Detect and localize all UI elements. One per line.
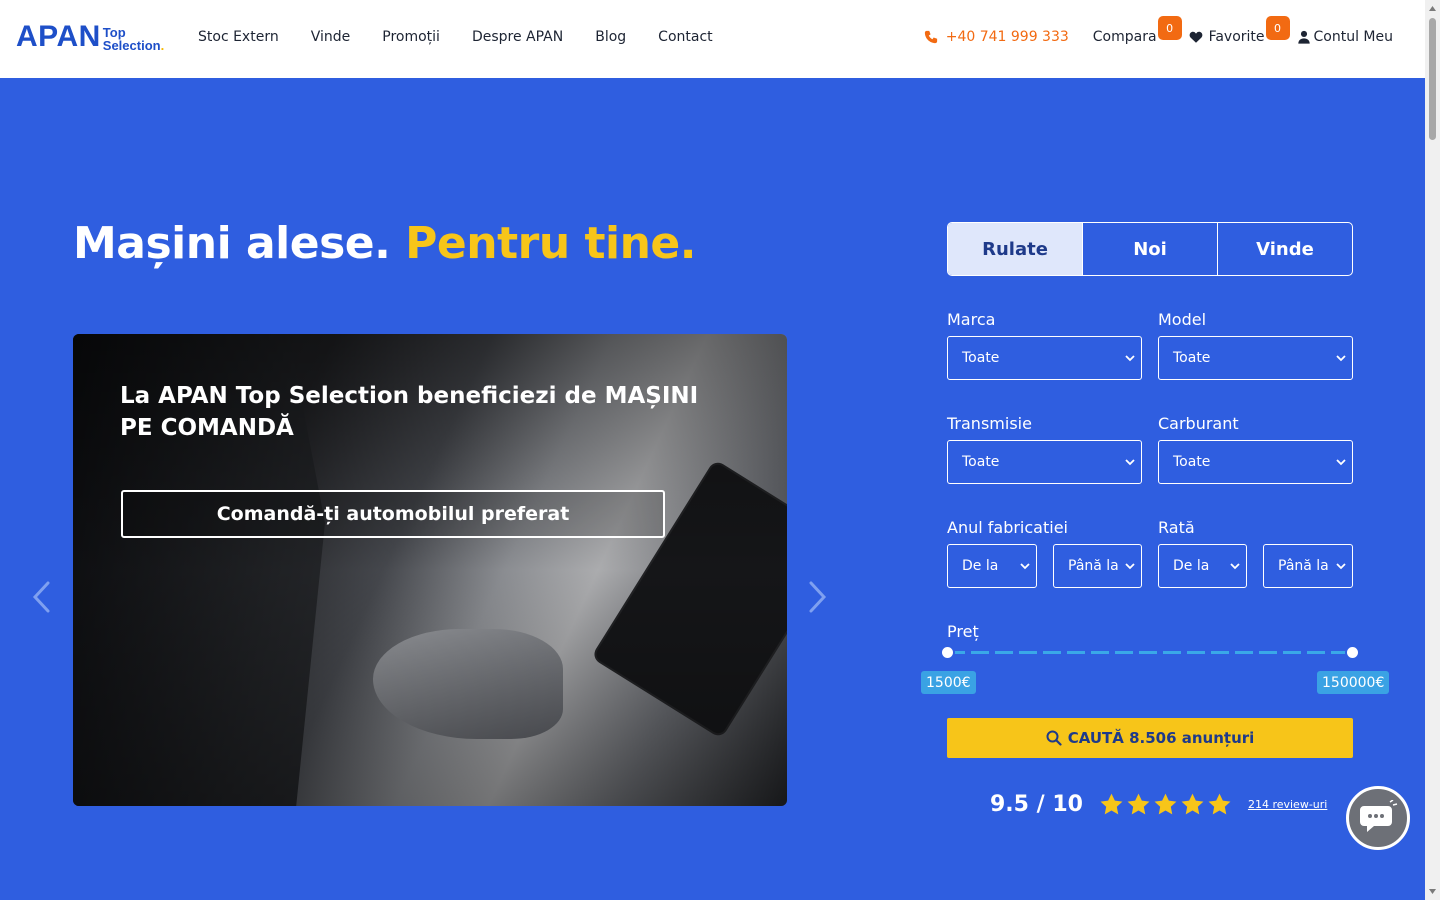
- hero-title-accent: Pentru tine.: [405, 218, 696, 269]
- scroll-thumb[interactable]: [1429, 18, 1436, 140]
- an-label: Anul fabricatiei: [947, 518, 1068, 537]
- chevron-down-icon: [1336, 355, 1346, 362]
- tab-noi[interactable]: Noi: [1082, 223, 1217, 275]
- order-car-button[interactable]: Comandă-ți automobilul preferat: [121, 490, 665, 538]
- chevron-down-icon: [1336, 459, 1346, 466]
- marca-select[interactable]: Toate: [947, 336, 1142, 380]
- nav-vinde[interactable]: Vinde: [311, 29, 351, 45]
- nav-despre[interactable]: Despre APAN: [472, 29, 563, 45]
- marca-value: Toate: [962, 350, 1000, 366]
- reviews-link[interactable]: 214 review-uri: [1248, 798, 1327, 811]
- model-select[interactable]: Toate: [1158, 336, 1353, 380]
- rata-from-value: De la: [1173, 558, 1210, 574]
- nav-promotii[interactable]: Promoții: [382, 29, 440, 45]
- favorites-label: Favorite: [1208, 29, 1265, 45]
- page-scrollbar[interactable]: [1425, 0, 1440, 900]
- carburant-value: Toate: [1173, 454, 1211, 470]
- logo-dot: .: [160, 38, 165, 53]
- hero-title: Mașini alese. Pentru tine.: [73, 218, 696, 269]
- star-icon: [1154, 793, 1177, 815]
- heart-icon: [1189, 31, 1202, 43]
- price-label: Preț: [947, 622, 979, 641]
- site-header: APAN Top Selection. Stoc Extern Vinde Pr…: [0, 0, 1425, 78]
- logo-sub-bottom: Selection: [102, 38, 161, 53]
- chevron-down-icon: [1020, 563, 1030, 570]
- chevron-down-icon: [1125, 563, 1135, 570]
- compare-count-badge: 0: [1157, 16, 1182, 40]
- nav-stoc-extern[interactable]: Stoc Extern: [198, 29, 279, 45]
- rata-label: Rată: [1158, 518, 1195, 537]
- rata-from-select[interactable]: De la: [1158, 544, 1247, 588]
- search-button-label: CAUTĂ 8.506 anunțuri: [1067, 729, 1255, 747]
- model-label: Model: [1158, 310, 1207, 329]
- transmisie-label: Transmisie: [947, 414, 1032, 433]
- favorites-link[interactable]: Favorite 0: [1189, 16, 1290, 45]
- rating-stars: [1099, 792, 1232, 817]
- chevron-down-icon: [1230, 563, 1240, 570]
- hero-slide: La APAN Top Selection beneficiezi de MAȘ…: [73, 334, 787, 806]
- main-nav: Stoc Extern Vinde Promoții Despre APAN B…: [198, 29, 713, 45]
- chevron-down-icon: [1336, 563, 1346, 570]
- star-icon: [1100, 793, 1123, 815]
- nav-blog[interactable]: Blog: [595, 29, 626, 45]
- logo-sub-text: Top Selection.: [103, 26, 164, 52]
- rating-score: 9.5 / 10: [990, 792, 1083, 817]
- phone-link[interactable]: +40 741 999 333: [924, 29, 1069, 45]
- tab-rulate[interactable]: Rulate: [948, 223, 1082, 275]
- logo-main-text: APAN: [16, 20, 101, 53]
- an-from-value: De la: [962, 558, 999, 574]
- slide-text: La APAN Top Selection beneficiezi de MAȘ…: [120, 383, 699, 441]
- an-from-select[interactable]: De la: [947, 544, 1037, 588]
- an-to-value: Până la: [1068, 558, 1119, 574]
- slider-next-icon[interactable]: [807, 580, 829, 614]
- star-icon: [1127, 793, 1150, 815]
- price-max-value: 150000€: [1317, 671, 1390, 694]
- price-max-handle[interactable]: [1345, 645, 1360, 660]
- nav-contact[interactable]: Contact: [658, 29, 712, 45]
- chevron-down-icon: [1125, 459, 1135, 466]
- rata-to-value: Până la: [1278, 558, 1329, 574]
- model-value: Toate: [1173, 350, 1211, 366]
- carburant-label: Carburant: [1158, 414, 1239, 433]
- chat-button[interactable]: [1346, 786, 1410, 850]
- tab-vinde[interactable]: Vinde: [1217, 223, 1352, 275]
- rata-to-select[interactable]: Până la: [1263, 544, 1353, 588]
- scroll-up-icon[interactable]: [1428, 4, 1437, 13]
- marca-label: Marca: [947, 310, 996, 329]
- account-link[interactable]: Contul Meu: [1297, 29, 1393, 45]
- price-min-value: 1500€: [921, 671, 976, 694]
- chevron-down-icon: [1125, 355, 1135, 362]
- chat-icon: [1360, 800, 1398, 832]
- header-actions: +40 741 999 333 Compara 0 Favorite 0 Con…: [924, 16, 1393, 45]
- search-tabs: Rulate Noi Vinde: [947, 222, 1353, 276]
- user-icon: [1297, 30, 1310, 44]
- an-to-select[interactable]: Până la: [1053, 544, 1142, 588]
- transmisie-value: Toate: [962, 454, 1000, 470]
- compare-link[interactable]: Compara 0: [1092, 16, 1182, 45]
- phone-icon: [924, 30, 937, 44]
- search-icon: [1046, 730, 1062, 746]
- carburant-select[interactable]: Toate: [1158, 440, 1353, 484]
- transmisie-select[interactable]: Toate: [947, 440, 1142, 484]
- scroll-down-icon[interactable]: [1428, 887, 1437, 896]
- price-min-handle[interactable]: [940, 645, 955, 660]
- logo[interactable]: APAN Top Selection.: [16, 20, 164, 53]
- favorites-count-badge: 0: [1265, 16, 1290, 40]
- hero-title-main: Mașini alese.: [73, 218, 391, 269]
- rating-block: 9.5 / 10 214 review-uri: [990, 792, 1327, 817]
- slider-prev-icon[interactable]: [30, 580, 52, 614]
- star-icon: [1181, 793, 1204, 815]
- phone-number: +40 741 999 333: [945, 29, 1069, 45]
- compare-label: Compara: [1092, 29, 1157, 45]
- price-slider-track[interactable]: [947, 651, 1353, 654]
- search-button[interactable]: CAUTĂ 8.506 anunțuri: [947, 718, 1353, 758]
- account-label: Contul Meu: [1313, 29, 1393, 45]
- star-icon: [1208, 793, 1231, 815]
